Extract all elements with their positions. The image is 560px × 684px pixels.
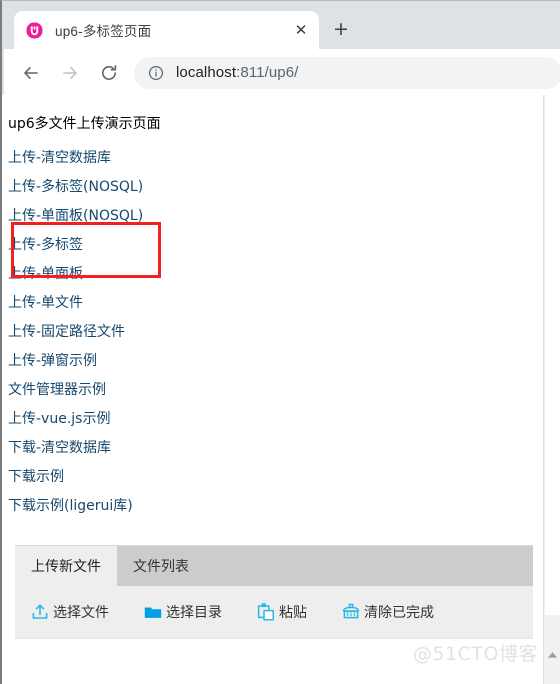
- link-upload-clear-db[interactable]: 上传-清空数据库: [8, 150, 111, 166]
- list-item: 下载示例(ligerui库): [8, 491, 308, 520]
- link-download-ligerui[interactable]: 下载示例(ligerui库): [8, 498, 133, 514]
- page-viewport: up6多文件上传演示页面 上传-清空数据库 上传-多标签(NOSQL) 上传-单…: [0, 95, 560, 684]
- panel-tab-bar: 上传新文件 文件列表: [15, 545, 533, 586]
- browser-tab-active[interactable]: up6-多标签页面 ✕: [14, 11, 319, 49]
- paste-button[interactable]: 粘贴: [256, 602, 307, 622]
- upload-icon: [30, 602, 50, 622]
- list-item: 上传-单面板(NOSQL): [8, 201, 308, 230]
- site-info-icon[interactable]: [148, 65, 164, 81]
- link-upload-dialog[interactable]: 上传-弹窗示例: [8, 353, 97, 369]
- tab-strip: up6-多标签页面 ✕ +: [2, 1, 560, 49]
- list-item: 上传-固定路径文件: [8, 317, 308, 346]
- broom-icon: [341, 602, 361, 622]
- link-upload-multitab-nosql[interactable]: 上传-多标签(NOSQL): [8, 179, 143, 195]
- select-directory-label: 选择目录: [166, 605, 222, 621]
- link-upload-fixedpath[interactable]: 上传-固定路径文件: [8, 324, 125, 340]
- url-host: localhost: [176, 64, 237, 81]
- tab-file-list[interactable]: 文件列表: [117, 546, 205, 586]
- link-upload-vue[interactable]: 上传-vue.js示例: [8, 411, 110, 427]
- link-upload-singlepanel-nosql[interactable]: 上传-单面板(NOSQL): [8, 208, 143, 224]
- upload-panel: 上传新文件 文件列表 选择文件 选择目录 粘贴 清除已完成: [15, 545, 533, 684]
- upload-file-list-area: [15, 638, 533, 684]
- close-icon[interactable]: ✕: [289, 18, 313, 42]
- tab-upload-new-file[interactable]: 上传新文件: [15, 546, 117, 586]
- list-item: 文件管理器示例: [8, 375, 308, 404]
- page-scrollbar[interactable]: [543, 95, 560, 684]
- link-file-manager[interactable]: 文件管理器示例: [8, 382, 106, 398]
- scroll-up-arrow-icon[interactable]: [544, 646, 560, 663]
- list-item: 上传-单面板: [8, 259, 308, 288]
- list-item: 下载示例: [8, 462, 308, 491]
- list-item: 上传-清空数据库: [8, 143, 308, 172]
- page-title: up6多文件上传演示页面: [8, 116, 161, 132]
- list-item: 上传-多标签(NOSQL): [8, 172, 308, 201]
- clear-completed-label: 清除已完成: [364, 605, 434, 621]
- paste-label: 粘贴: [279, 605, 307, 621]
- list-item: 上传-单文件: [8, 288, 308, 317]
- paste-icon: [256, 602, 276, 622]
- list-item: 上传-多标签: [8, 230, 308, 259]
- navigation-toolbar: localhost:811/up6/: [4, 49, 560, 96]
- link-download-demo[interactable]: 下载示例: [8, 469, 64, 485]
- select-file-label: 选择文件: [53, 605, 109, 621]
- browser-chrome: up6-多标签页面 ✕ + localhost:811/up6/: [0, 0, 560, 96]
- new-tab-button[interactable]: +: [327, 15, 355, 43]
- link-upload-singlepanel[interactable]: 上传-单面板: [8, 266, 83, 282]
- forward-button[interactable]: [55, 58, 85, 88]
- url-path: :811/up6/: [236, 64, 299, 81]
- list-item: 上传-vue.js示例: [8, 404, 308, 433]
- link-download-clear-db[interactable]: 下载-清空数据库: [8, 440, 111, 456]
- tab-title: up6-多标签页面: [55, 24, 152, 39]
- address-bar[interactable]: localhost:811/up6/: [134, 56, 560, 89]
- scrollbar-thumb[interactable]: [545, 95, 560, 615]
- select-file-button[interactable]: 选择文件: [30, 602, 109, 622]
- back-button[interactable]: [16, 58, 46, 88]
- url-text: localhost:811/up6/: [176, 64, 298, 81]
- link-upload-multitab[interactable]: 上传-多标签: [8, 237, 83, 253]
- list-item: 上传-弹窗示例: [8, 346, 308, 375]
- browser-window: up6-多标签页面 ✕ + localhost:811/up6/ up6多文件上…: [0, 0, 560, 684]
- page-content: up6多文件上传演示页面 上传-清空数据库 上传-多标签(NOSQL) 上传-单…: [2, 95, 545, 684]
- select-directory-button[interactable]: 选择目录: [143, 602, 222, 622]
- link-upload-singlefile[interactable]: 上传-单文件: [8, 295, 83, 311]
- reload-button[interactable]: [94, 58, 124, 88]
- demo-link-list: 上传-清空数据库 上传-多标签(NOSQL) 上传-单面板(NOSQL) 上传-…: [8, 143, 308, 520]
- list-item: 下载-清空数据库: [8, 433, 308, 462]
- clear-completed-button[interactable]: 清除已完成: [341, 602, 434, 622]
- folder-icon: [143, 602, 163, 622]
- panel-toolbar: 选择文件 选择目录 粘贴 清除已完成: [15, 586, 533, 638]
- up6-logo-icon: [26, 22, 43, 39]
